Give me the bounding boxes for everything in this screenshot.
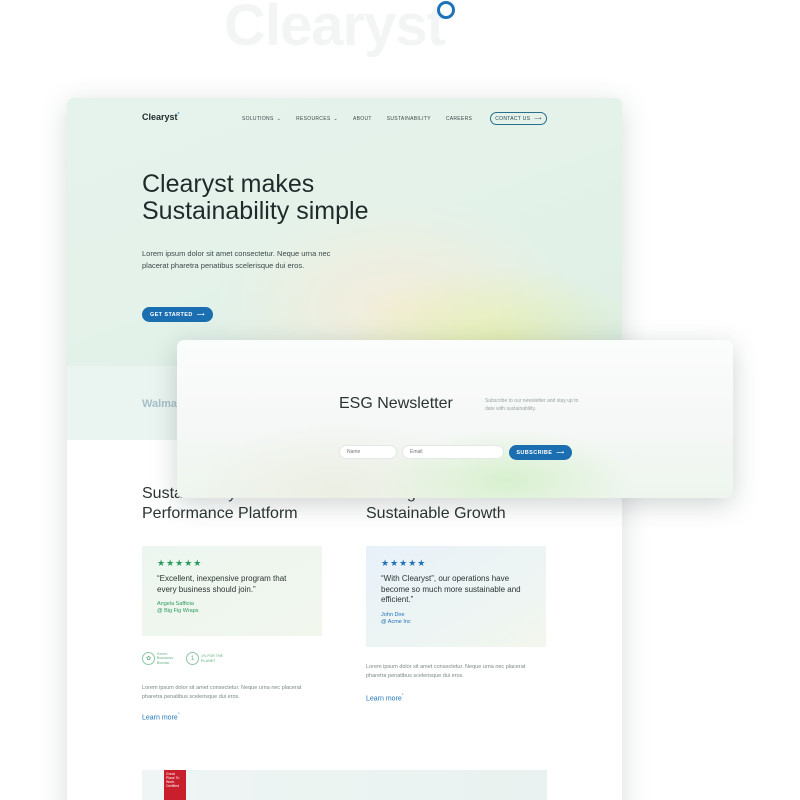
watermark-ring-icon <box>437 1 455 19</box>
name-field[interactable] <box>339 445 397 459</box>
testimonial-company: @ Big Fig Wraps <box>157 608 199 614</box>
arrow-right-icon: ⟶ <box>196 311 206 318</box>
hero-description: Lorem ipsum dolor sit amet consectetur. … <box>142 249 331 270</box>
get-started-button[interactable]: GET STARTED ⟶ <box>142 307 213 322</box>
chevron-down-icon: ⌄ <box>276 116 282 122</box>
arrow-right-icon: ⟶ <box>556 449 565 456</box>
contact-us-button[interactable]: CONTACT US ⟶ <box>490 112 547 125</box>
testimonial-card: ★★★★★ “With Clearyst”, our operations ha… <box>366 546 546 647</box>
testimonial-author: John Doe <box>381 611 405 618</box>
rating-stars-icon: ★★★★★ <box>157 558 203 568</box>
section-description: Lorem ipsum dolor sit amet consectetur. … <box>142 685 302 700</box>
testimonial-quote: “Excellent, inexpensive program that eve… <box>157 574 287 594</box>
rating-stars-icon: ★★★★★ <box>381 558 427 568</box>
badge-green-business-bureau: ✿ Green Business Bureau <box>142 652 179 665</box>
logo-ring-icon: ° <box>177 112 180 118</box>
testimonial-card: ★★★★★ “Excellent, inexpensive program th… <box>142 546 322 636</box>
chevron-down-icon: ⌄ <box>333 116 338 122</box>
site-logo[interactable]: Clearyst° <box>142 112 180 122</box>
section-description: Lorem ipsum dolor sit amet consectetur. … <box>366 664 526 679</box>
email-field[interactable] <box>402 445 504 459</box>
subscribe-button[interactable]: SUBSCRIBE ⟶ <box>509 445 572 460</box>
nav-item-careers[interactable]: CAREERS <box>446 116 472 122</box>
testimonial-quote: “With Clearyst”, our operations have bec… <box>381 574 521 604</box>
main-nav: SOLUTIONS ⌄ RESOURCES ⌄ ABOUT SUSTAINABILI… <box>242 116 472 122</box>
testimonial-author: Angela Saffioia <box>157 601 194 607</box>
one-percent-icon: 1 <box>186 652 199 665</box>
nav-item-solutions[interactable]: SOLUTIONS ⌄ <box>242 116 281 122</box>
awards-band <box>142 770 547 800</box>
nav-item-sustainability[interactable]: SUSTAINABILITY <box>387 116 431 122</box>
learn-more-link[interactable]: Learn more° <box>366 693 404 702</box>
canvas: Clearyst Walma Clearyst° SOLUTIONS ⌄ RESO… <box>0 0 800 800</box>
testimonial-company: @ Acme Inc <box>381 618 411 625</box>
leaf-icon: ✿ <box>142 652 155 665</box>
great-place-to-work-badge: Great Place To Work. Certified <box>164 770 186 800</box>
hero-title: Clearyst makes Sustainability simple <box>142 170 369 225</box>
learn-more-link[interactable]: Learn more° <box>142 712 180 721</box>
newsletter-title: ESG Newsletter <box>339 395 453 412</box>
nav-item-about[interactable]: ABOUT <box>353 116 372 122</box>
nav-item-resources[interactable]: RESOURCES ⌄ <box>296 116 338 122</box>
client-logo-walmart: Walma <box>142 398 178 410</box>
badge-one-percent-planet: 1 1% FOR THE PLANET <box>186 652 223 665</box>
arrow-right-icon: ⟶ <box>534 115 542 122</box>
newsletter-description: Subscribe to our newsletter and stay up … <box>485 398 579 412</box>
watermark-logo: Clearyst <box>224 0 446 58</box>
newsletter-card: ESG Newsletter Subscribe to our newslett… <box>177 340 733 498</box>
